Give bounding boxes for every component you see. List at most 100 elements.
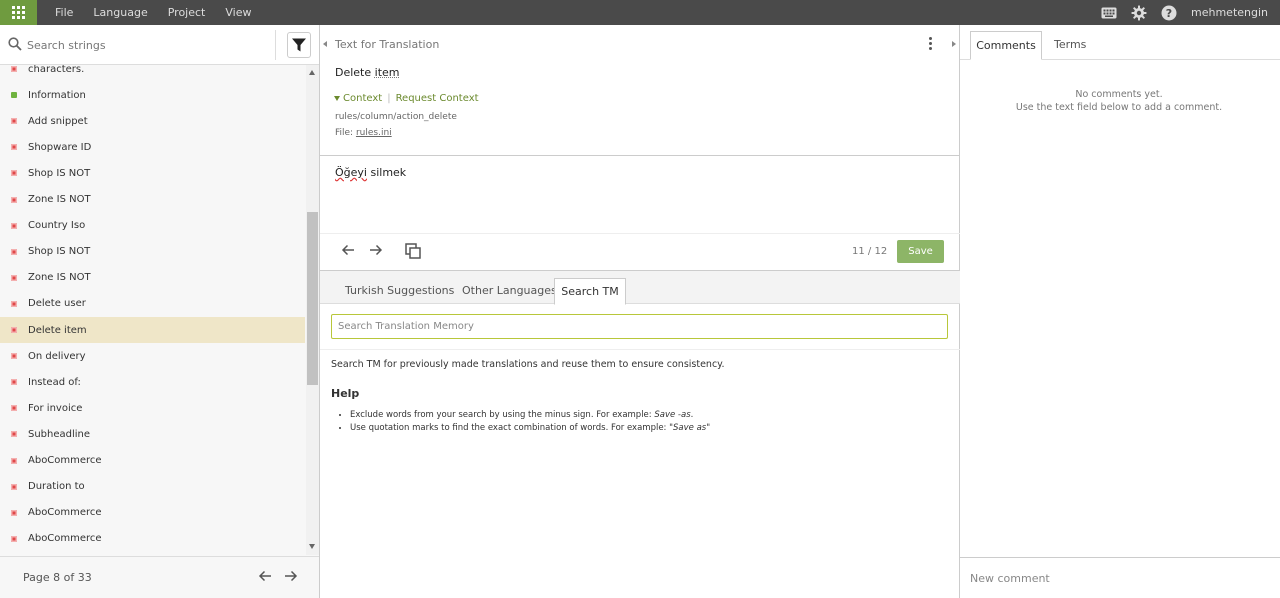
help-item: Exclude words from your search by using … [350, 410, 710, 420]
help-heading: Help [331, 387, 360, 400]
search-icon [8, 37, 22, 54]
string-label: Shop IS NOT [28, 246, 91, 258]
file-link[interactable]: rules.ini [356, 128, 392, 138]
status-indicator-icon [11, 509, 17, 516]
comments-panel: Comments Terms No comments yet. Use the … [960, 25, 1280, 598]
string-label: Shop IS NOT [28, 167, 91, 179]
status-indicator-icon [11, 274, 17, 281]
string-list-item[interactable]: Delete item [0, 317, 305, 343]
string-list-item[interactable]: AboCommerce [0, 526, 305, 552]
string-list-item[interactable]: Instead of: [0, 369, 305, 395]
status-indicator-icon [11, 248, 17, 255]
string-label: AboCommerce [28, 507, 102, 519]
string-list-item[interactable]: For invoice [0, 395, 305, 421]
top-right-tools: ? mehmetengin [1101, 0, 1268, 25]
status-indicator-icon [11, 170, 17, 177]
new-comment-input[interactable] [970, 570, 1270, 586]
string-list-item[interactable]: characters. [0, 65, 305, 82]
string-list-item[interactable]: Zone IS NOT [0, 265, 305, 291]
tab-other-languages[interactable]: Other Languages [462, 278, 557, 305]
tab-search-tm[interactable]: Search TM [554, 278, 626, 305]
string-list-item[interactable]: Shop IS NOT [0, 239, 305, 265]
menu-project[interactable]: Project [158, 0, 216, 25]
divider [320, 155, 960, 156]
context-toggle[interactable]: Context [343, 93, 382, 104]
translation-textarea[interactable]: Öğeyi silmek [335, 166, 406, 179]
tm-search-box [331, 314, 948, 339]
scroll-down-icon[interactable] [309, 544, 315, 549]
strings-search-input[interactable] [27, 36, 267, 54]
request-context-link[interactable]: Request Context [396, 93, 479, 104]
string-list-item[interactable]: Duration to [0, 474, 305, 500]
tm-search-input[interactable] [332, 315, 947, 338]
editor-panel: Text for Translation Delete item Context… [320, 25, 960, 598]
scroll-up-icon[interactable] [309, 70, 315, 75]
prev-page-icon[interactable] [258, 570, 272, 585]
string-list-item[interactable]: Information [0, 82, 305, 108]
status-indicator-icon [11, 66, 17, 72]
status-indicator-icon [11, 118, 17, 125]
string-list-item[interactable]: Subheadline [0, 421, 305, 447]
string-label: Country Iso [28, 220, 86, 232]
menu-language[interactable]: Language [83, 0, 157, 25]
status-indicator-icon [11, 196, 17, 203]
keyboard-icon[interactable] [1101, 7, 1117, 19]
status-indicator-icon [11, 353, 17, 360]
string-label: Delete user [28, 298, 86, 310]
string-list-item[interactable]: Add snippet [0, 108, 305, 134]
status-indicator-icon [11, 222, 17, 229]
more-options-icon[interactable] [929, 37, 932, 52]
string-label: Duration to [28, 481, 85, 493]
string-label: On delivery [28, 350, 86, 362]
status-indicator-icon [11, 535, 17, 542]
page-indicator: Page 8 of 33 [23, 571, 92, 584]
string-list-item[interactable]: On delivery [0, 343, 305, 369]
menu-bar: File Language Project View [45, 0, 261, 25]
string-list-item[interactable]: AboCommerce [0, 500, 305, 526]
string-list-item[interactable]: Shopware ID [0, 134, 305, 160]
string-list-item[interactable]: Zone IS NOT [0, 187, 305, 213]
string-label: Subheadline [28, 428, 91, 440]
string-label: Zone IS NOT [28, 194, 91, 205]
string-label: Zone IS NOT [28, 272, 91, 284]
string-list-item[interactable]: Delete user [0, 291, 305, 317]
grid-icon [12, 6, 25, 19]
string-label: Add snippet [28, 115, 88, 127]
tab-turkish-suggestions[interactable]: Turkish Suggestions [345, 278, 454, 305]
string-list-item[interactable]: AboCommerce [0, 448, 305, 474]
app-menu-button[interactable] [0, 0, 37, 25]
tm-description: Search TM for previously made translatio… [331, 359, 725, 370]
collapse-right-icon[interactable] [952, 41, 956, 47]
next-page-icon[interactable] [284, 570, 298, 585]
strings-scrollbar[interactable] [306, 65, 319, 555]
copy-source-icon[interactable] [405, 243, 421, 262]
status-indicator-icon [11, 92, 17, 99]
string-counter: 11 / 12 [852, 246, 888, 257]
string-label: characters. [28, 65, 85, 75]
string-label: AboCommerce [28, 533, 102, 545]
next-string-icon[interactable] [369, 244, 383, 259]
collapse-left-icon[interactable] [323, 41, 327, 47]
file-info: File: rules.ini [335, 128, 392, 138]
context-row: Context | Request Context [334, 93, 479, 104]
status-indicator-icon [11, 379, 17, 386]
tab-terms[interactable]: Terms [1054, 31, 1086, 60]
save-button[interactable]: Save [897, 240, 944, 263]
string-list-item[interactable]: Country Iso [0, 213, 305, 239]
status-indicator-icon [11, 405, 17, 412]
tab-comments[interactable]: Comments [970, 31, 1042, 60]
user-name[interactable]: mehmetengin [1191, 6, 1268, 19]
comment-box [960, 557, 1280, 598]
string-list-item[interactable]: Shop IS NOT [0, 160, 305, 186]
gear-icon[interactable] [1131, 5, 1147, 21]
previous-string-icon[interactable] [341, 244, 355, 259]
source-term: item [374, 66, 400, 79]
misspelled-word: Öğeyi [335, 166, 367, 179]
scrollbar-thumb[interactable] [307, 212, 318, 385]
status-indicator-icon [11, 144, 17, 151]
filter-button[interactable] [287, 32, 311, 58]
menu-file[interactable]: File [45, 0, 83, 25]
menu-view[interactable]: View [215, 0, 261, 25]
help-icon[interactable]: ? [1161, 5, 1177, 21]
string-label: Shopware ID [28, 141, 92, 153]
